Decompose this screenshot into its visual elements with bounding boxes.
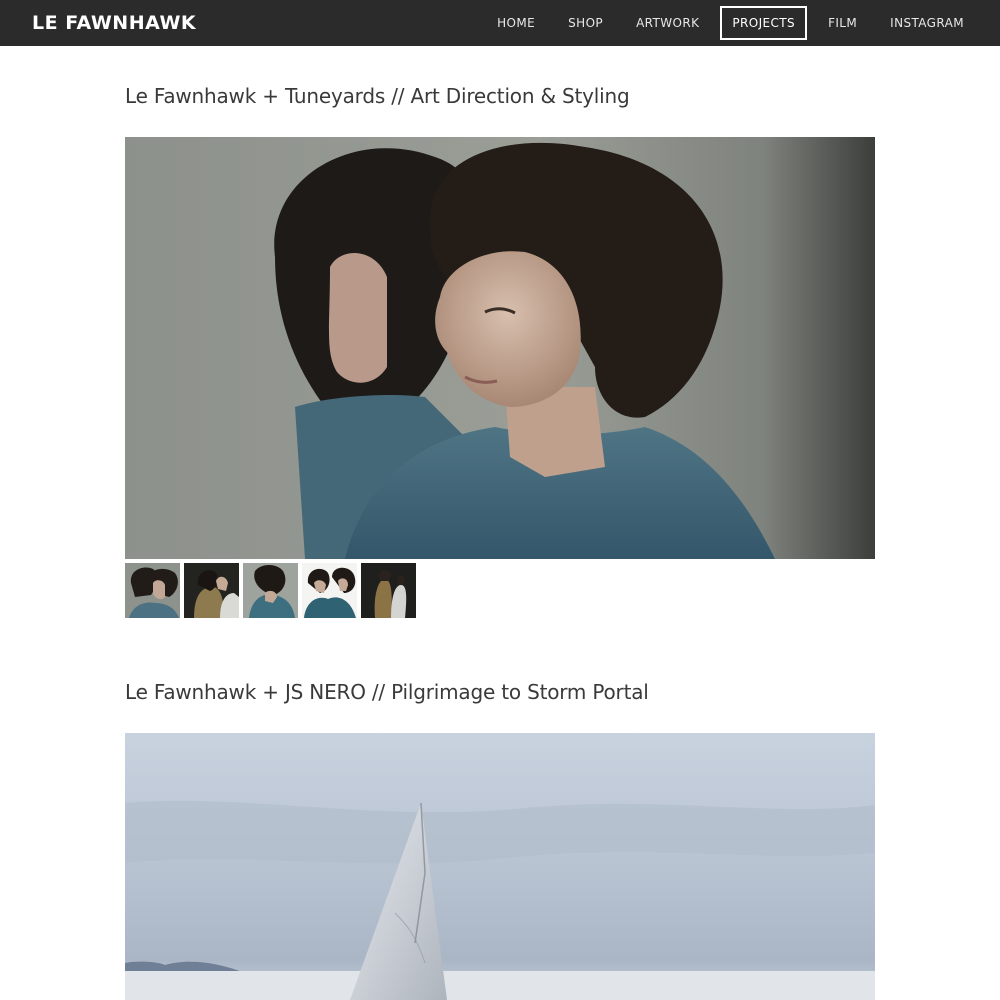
nav-item-artwork[interactable]: ARTWORK bbox=[624, 6, 711, 40]
thumbnail-2[interactable] bbox=[184, 563, 239, 618]
portrait-photo bbox=[125, 137, 875, 559]
site-header: LE FAWNHAWK HOME SHOP ARTWORK PROJECTS F… bbox=[0, 0, 1000, 46]
project-js-nero: Le Fawnhawk + JS NERO // Pilgrimage to S… bbox=[125, 680, 875, 1000]
project-title: Le Fawnhawk + Tuneyards // Art Direction… bbox=[125, 84, 630, 108]
project-hero-image[interactable] bbox=[125, 137, 875, 559]
thumbnail-4[interactable] bbox=[302, 563, 357, 618]
thumb-image bbox=[361, 563, 416, 618]
site-logo-link[interactable]: LE FAWNHAWK bbox=[32, 0, 196, 46]
project-hero-image[interactable] bbox=[125, 733, 875, 1000]
nav-item-instagram[interactable]: INSTAGRAM bbox=[878, 6, 976, 40]
thumbnail-5[interactable] bbox=[361, 563, 416, 618]
thumb-image bbox=[243, 563, 298, 618]
landscape-photo bbox=[125, 733, 875, 1000]
nav-item-projects[interactable]: PROJECTS bbox=[720, 6, 808, 40]
thumb-image bbox=[125, 563, 180, 618]
nav-item-home[interactable]: HOME bbox=[485, 6, 547, 40]
thumb-image bbox=[184, 563, 239, 618]
nav-item-shop[interactable]: SHOP bbox=[556, 6, 615, 40]
thumbnail-strip bbox=[125, 563, 416, 618]
project-tuneyards: Le Fawnhawk + Tuneyards // Art Direction… bbox=[125, 84, 875, 618]
thumbnail-3[interactable] bbox=[243, 563, 298, 618]
project-title: Le Fawnhawk + JS NERO // Pilgrimage to S… bbox=[125, 680, 649, 704]
nav-item-film[interactable]: FILM bbox=[816, 6, 869, 40]
thumbnail-1[interactable] bbox=[125, 563, 180, 618]
main-nav: HOME SHOP ARTWORK PROJECTS FILM INSTAGRA… bbox=[476, 0, 976, 46]
thumb-image bbox=[302, 563, 357, 618]
